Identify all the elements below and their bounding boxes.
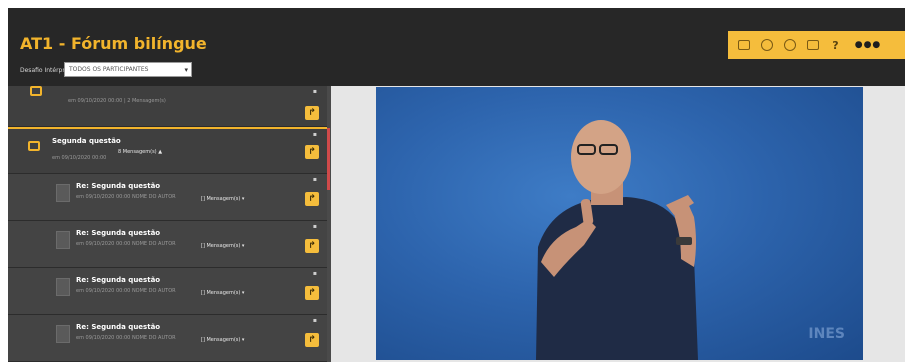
- post-meta: em 09/10/2020 00:00 NOME DO AUTOR: [76, 288, 176, 294]
- filter-select[interactable]: TODOS OS PARTICIPANTES ▾: [64, 62, 192, 77]
- speech-bubble-icon: [30, 86, 42, 96]
- stats-button[interactable]: [805, 38, 820, 53]
- message-count[interactable]: [] Mensagem(s) ▾: [201, 196, 244, 202]
- video-frame: [536, 120, 698, 360]
- reply-button[interactable]: ↱: [305, 145, 319, 159]
- message-count[interactable]: [] Mensagem(s) ▾: [201, 243, 244, 249]
- reply-button[interactable]: ↱: [305, 333, 319, 347]
- post-marker: ▪: [312, 88, 317, 95]
- filter-select-value: TODOS OS PARTICIPANTES: [69, 66, 149, 73]
- post-meta: em 09/10/2020 00:00 | 2 Mensagem(s): [68, 98, 166, 104]
- video-panel: INES: [331, 86, 905, 362]
- post-meta: em 09/10/2020 00:00 NOME DO AUTOR: [76, 335, 176, 341]
- toolbar: ? ●●●: [728, 31, 905, 59]
- settings-button[interactable]: [759, 38, 774, 53]
- list-item[interactable]: Re: Segunda questão em 09/10/2020 00:00 …: [8, 221, 327, 268]
- settings-icon: [760, 39, 773, 51]
- help-icon: ?: [832, 38, 839, 52]
- chat-window-button[interactable]: [736, 38, 751, 53]
- chevron-down-icon: ▾: [184, 66, 188, 74]
- app-window: AT1 - Fórum bilíngue Desafio Intérprete …: [8, 8, 905, 362]
- list-item[interactable]: em 09/10/2020 00:00 | 2 Mensagem(s) ↱ ▪: [8, 86, 327, 127]
- sign-language-video[interactable]: INES: [376, 87, 863, 360]
- more-button[interactable]: ●●●: [851, 38, 885, 53]
- clock-button[interactable]: [782, 38, 797, 53]
- scrollbar-thumb[interactable]: [327, 128, 330, 190]
- chat-window-icon: [737, 40, 750, 50]
- post-marker: ▪: [312, 223, 317, 230]
- post-title: Re: Segunda questão: [76, 229, 161, 237]
- post-marker: ▪: [312, 131, 317, 138]
- list-item[interactable]: Re: Segunda questão em 09/10/2020 00:00 …: [8, 268, 327, 315]
- document-icon: [56, 325, 70, 343]
- reply-button[interactable]: ↱: [305, 106, 319, 120]
- post-meta: em 09/10/2020 00:00: [52, 155, 107, 161]
- message-count[interactable]: [] Mensagem(s) ▾: [201, 290, 244, 296]
- list-item[interactable]: Segunda questão em 09/10/2020 00:00 8 Me…: [8, 129, 327, 174]
- list-item[interactable]: Re: Segunda questão em 09/10/2020 00:00 …: [8, 174, 327, 221]
- list-item[interactable]: Re: Segunda questão em 09/10/2020 00:00 …: [8, 315, 327, 362]
- interpreter-shirt: [536, 197, 698, 360]
- post-meta: em 09/10/2020 00:00 NOME DO AUTOR: [76, 194, 176, 200]
- message-count[interactable]: 8 Mensagem(s) ▲: [118, 149, 162, 155]
- reply-button[interactable]: ↱: [305, 192, 319, 206]
- stats-icon: [806, 40, 819, 50]
- document-icon: [56, 231, 70, 249]
- post-marker: ▪: [312, 317, 317, 324]
- post-list[interactable]: em 09/10/2020 00:00 | 2 Mensagem(s) ↱ ▪ …: [8, 86, 331, 362]
- ines-logo: INES: [808, 326, 845, 342]
- post-meta: em 09/10/2020 00:00 NOME DO AUTOR: [76, 241, 176, 247]
- post-title: Segunda questão: [52, 137, 121, 145]
- post-title: Re: Segunda questão: [76, 182, 161, 190]
- help-button[interactable]: ?: [828, 38, 843, 53]
- speech-bubble-icon: [28, 141, 40, 151]
- post-marker: ▪: [312, 270, 317, 277]
- post-marker: ▪: [312, 176, 317, 183]
- page-title: AT1 - Fórum bilíngue: [20, 34, 207, 53]
- reply-button[interactable]: ↱: [305, 239, 319, 253]
- post-title: Re: Segunda questão: [76, 276, 161, 284]
- reply-button[interactable]: ↱: [305, 286, 319, 300]
- document-icon: [56, 278, 70, 296]
- post-title: Re: Segunda questão: [76, 323, 161, 331]
- more-icon: ●●●: [854, 40, 882, 50]
- document-icon: [56, 184, 70, 202]
- header-bar: AT1 - Fórum bilíngue Desafio Intérprete …: [8, 8, 905, 86]
- message-count[interactable]: [] Mensagem(s) ▾: [201, 337, 244, 343]
- interpreter-head: [571, 120, 631, 194]
- clock-icon: [783, 39, 796, 51]
